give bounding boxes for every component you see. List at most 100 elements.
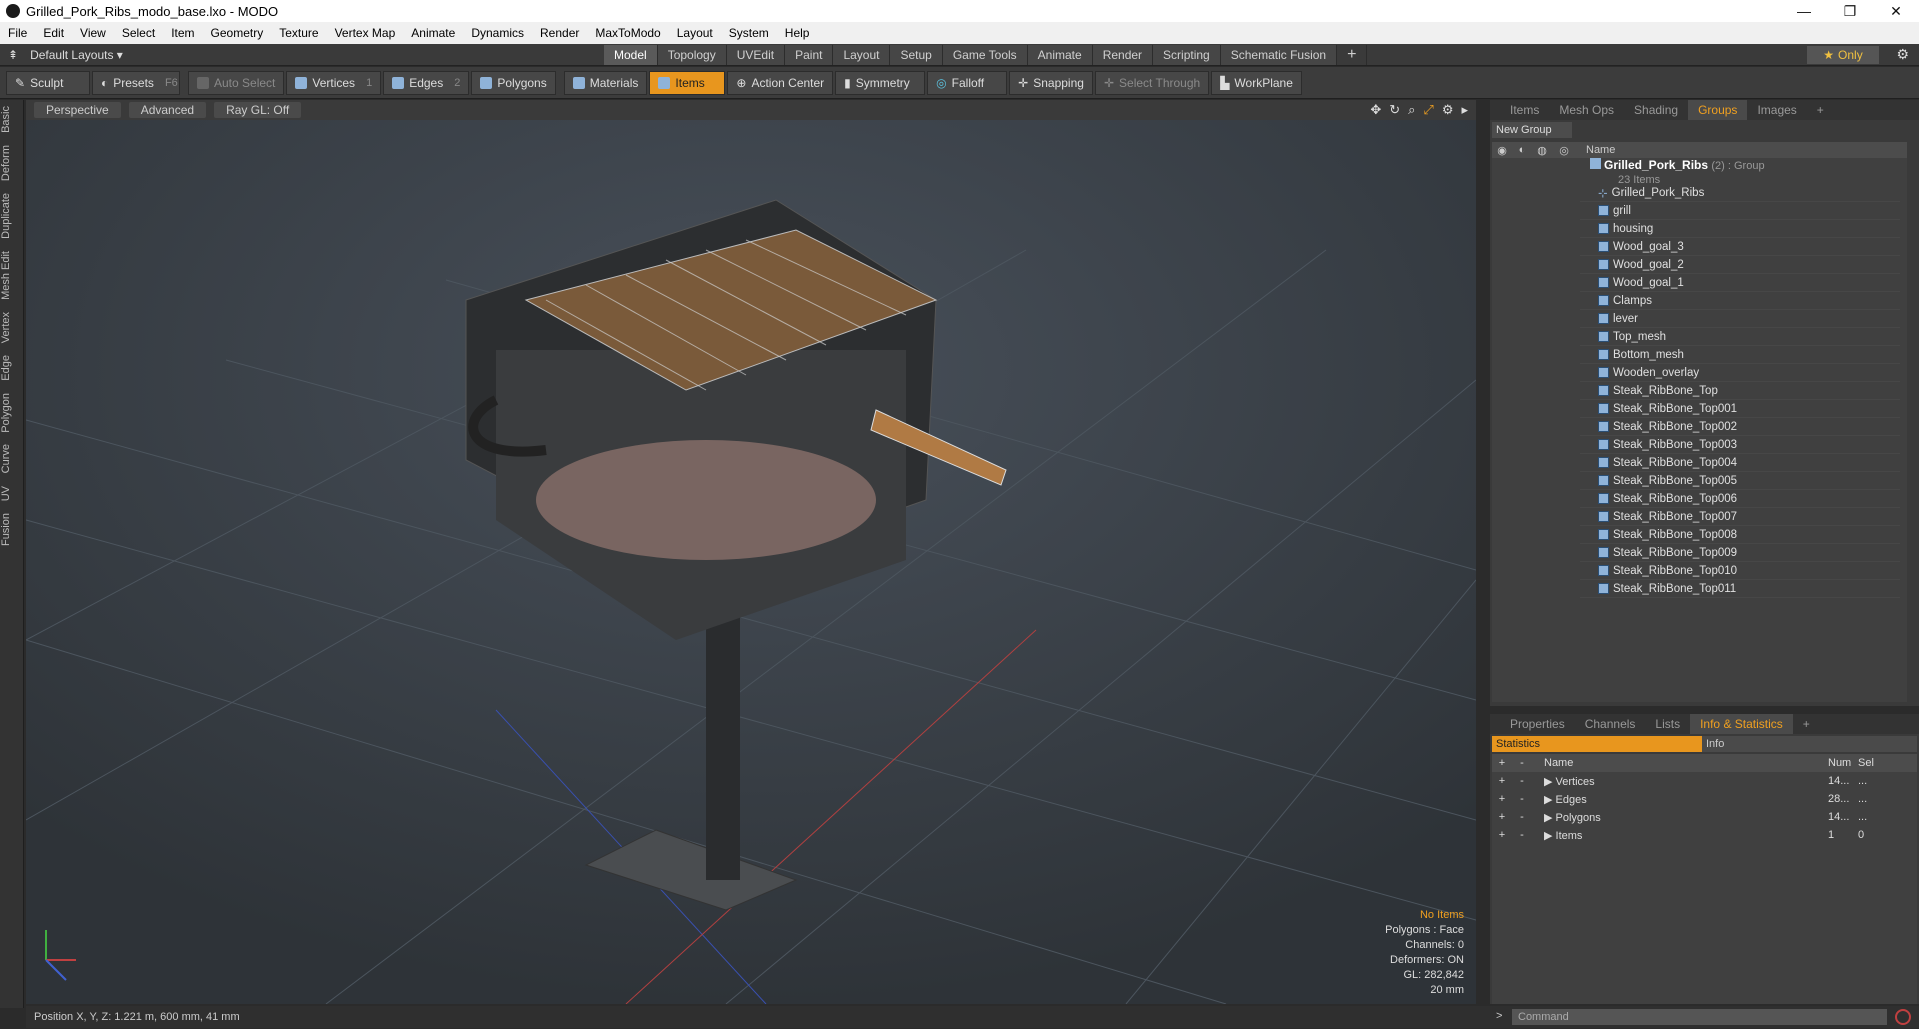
tab-properties[interactable]: Properties bbox=[1500, 714, 1575, 734]
menu-view[interactable]: View bbox=[72, 26, 114, 40]
left-tab-uv[interactable]: UV bbox=[0, 480, 24, 507]
group-row[interactable]: Grilled_Pork_Ribs (2) : Group 23 Items bbox=[1580, 158, 1900, 186]
remove-icon[interactable]: - bbox=[1512, 811, 1532, 823]
left-tab-basic[interactable]: Basic bbox=[0, 100, 24, 139]
menu-file[interactable]: File bbox=[0, 26, 35, 40]
add-icon[interactable]: + bbox=[1492, 793, 1512, 805]
menu-geometry[interactable]: Geometry bbox=[203, 26, 272, 40]
left-tab-curve[interactable]: Curve bbox=[0, 438, 24, 479]
tree-item[interactable]: Steak_RibBone_Top001 bbox=[1580, 400, 1900, 418]
menu-render[interactable]: Render bbox=[532, 26, 587, 40]
tree-item[interactable]: Steak_RibBone_Top005 bbox=[1580, 472, 1900, 490]
add-icon[interactable]: + bbox=[1492, 775, 1512, 787]
tree-item[interactable]: Steak_RibBone_Top011 bbox=[1580, 580, 1900, 598]
tree-item[interactable]: Steak_RibBone_Top004 bbox=[1580, 454, 1900, 472]
move-view-icon[interactable]: ✥ bbox=[1370, 102, 1381, 118]
menu-texture[interactable]: Texture bbox=[271, 26, 326, 40]
menu-animate[interactable]: Animate bbox=[403, 26, 463, 40]
left-tab-polygon[interactable]: Polygon bbox=[0, 387, 24, 439]
add-panel-tab-button[interactable]: + bbox=[1807, 100, 1834, 120]
tab-scripting[interactable]: Scripting bbox=[1153, 45, 1221, 65]
record-icon[interactable] bbox=[1895, 1009, 1911, 1025]
workplane-button[interactable]: ▙ WorkPlane bbox=[1211, 70, 1302, 95]
minimize-button[interactable]: — bbox=[1781, 0, 1827, 22]
tree-item[interactable]: Bottom_mesh bbox=[1580, 346, 1900, 364]
remove-icon[interactable]: - bbox=[1512, 793, 1532, 805]
auto-select-button[interactable]: Auto Select bbox=[188, 70, 285, 95]
tree-item[interactable]: housing bbox=[1580, 220, 1900, 238]
statistics-tab[interactable]: Statistics bbox=[1492, 736, 1702, 752]
tree-item[interactable]: Wooden_overlay bbox=[1580, 364, 1900, 382]
3d-viewport[interactable]: Perspective Advanced Ray GL: Off ✥ ↻ ⌕ ⤢… bbox=[26, 100, 1476, 1004]
tab-schematic-fusion[interactable]: Schematic Fusion bbox=[1220, 45, 1338, 65]
new-group-button[interactable]: New Group bbox=[1492, 122, 1572, 138]
tree-item[interactable]: Steak_RibBone_Top002 bbox=[1580, 418, 1900, 436]
settings-icon[interactable]: ⚙ bbox=[1442, 102, 1454, 118]
info-tab[interactable]: Info bbox=[1702, 736, 1917, 752]
edges-button[interactable]: Edges 2 bbox=[383, 70, 470, 95]
only-button[interactable]: ★ Only bbox=[1807, 46, 1879, 64]
left-tab-duplicate[interactable]: Duplicate bbox=[0, 187, 24, 245]
tree-item[interactable]: Clamps bbox=[1580, 292, 1900, 310]
gear-icon[interactable]: ⚙ bbox=[1896, 46, 1909, 63]
menu-select[interactable]: Select bbox=[114, 26, 163, 40]
menu-vertex-map[interactable]: Vertex Map bbox=[327, 26, 404, 40]
tree-item[interactable]: Wood_goal_1 bbox=[1580, 274, 1900, 292]
menu-system[interactable]: System bbox=[721, 26, 777, 40]
rotate-view-icon[interactable]: ↻ bbox=[1389, 102, 1400, 118]
tab-setup[interactable]: Setup bbox=[890, 45, 943, 65]
tab-animate[interactable]: Animate bbox=[1027, 45, 1093, 65]
polygons-button[interactable]: Polygons bbox=[471, 70, 556, 95]
menu-item[interactable]: Item bbox=[163, 26, 202, 40]
tab-game-tools[interactable]: Game Tools bbox=[942, 45, 1028, 65]
tree-item[interactable]: Steak_RibBone_Top007 bbox=[1580, 508, 1900, 526]
tree-item[interactable]: lever bbox=[1580, 310, 1900, 328]
shading-dropdown[interactable]: Advanced bbox=[128, 102, 207, 118]
fit-icon[interactable]: ⤢ bbox=[1423, 102, 1433, 118]
tab-shading[interactable]: Shading bbox=[1624, 100, 1688, 120]
close-button[interactable]: ✕ bbox=[1873, 0, 1919, 22]
layout-dropdown[interactable]: Default Layouts ▾ bbox=[30, 48, 123, 62]
tree-item[interactable]: grill bbox=[1580, 202, 1900, 220]
tab-uvedit[interactable]: UVEdit bbox=[726, 45, 786, 65]
sculpt-button[interactable]: ✎ Sculpt bbox=[6, 70, 90, 95]
layout-pin-icon[interactable]: ⇞ bbox=[8, 48, 18, 62]
expand-all-icon[interactable]: + bbox=[1492, 757, 1512, 769]
tree-item[interactable]: Steak_RibBone_Top006 bbox=[1580, 490, 1900, 508]
maximize-button[interactable]: ❐ bbox=[1827, 0, 1873, 22]
remove-icon[interactable]: - bbox=[1512, 829, 1532, 841]
tab-images[interactable]: Images bbox=[1747, 100, 1806, 120]
remove-icon[interactable]: - bbox=[1512, 775, 1532, 787]
tree-item[interactable]: Steak_RibBone_Top010 bbox=[1580, 562, 1900, 580]
action-center-button[interactable]: ⊕ Action Center bbox=[727, 70, 834, 95]
tab-channels[interactable]: Channels bbox=[1575, 714, 1646, 734]
add-stats-tab-button[interactable]: + bbox=[1793, 714, 1820, 734]
tree-item-grilled-pork-ribs[interactable]: ⊹ Grilled_Pork_Ribs bbox=[1580, 184, 1900, 202]
tab-items[interactable]: Items bbox=[1500, 100, 1549, 120]
left-tab-fusion[interactable]: Fusion bbox=[0, 507, 24, 552]
menu-help[interactable]: Help bbox=[777, 26, 818, 40]
tab-groups[interactable]: Groups bbox=[1688, 100, 1748, 120]
items-button[interactable]: Items bbox=[649, 70, 726, 95]
snapping-button[interactable]: ✛ Snapping bbox=[1009, 70, 1093, 95]
stats-row-vertices[interactable]: + - ▶ Vertices 14... ... bbox=[1492, 772, 1917, 790]
menu-layout[interactable]: Layout bbox=[669, 26, 721, 40]
tab-info-statistics[interactable]: Info & Statistics bbox=[1690, 714, 1793, 734]
tab-lists[interactable]: Lists bbox=[1645, 714, 1690, 734]
symmetry-button[interactable]: ▮ Symmetry bbox=[835, 70, 926, 95]
tab-model[interactable]: Model bbox=[604, 45, 658, 65]
tab-render[interactable]: Render bbox=[1092, 45, 1154, 65]
command-input[interactable]: Command bbox=[1512, 1009, 1887, 1025]
stats-row-items[interactable]: + - ▶ Items 1 0 bbox=[1492, 826, 1917, 844]
collapse-all-icon[interactable]: - bbox=[1512, 757, 1532, 769]
add-tab-button[interactable]: + bbox=[1337, 45, 1368, 65]
zoom-icon[interactable]: ⌕ bbox=[1408, 102, 1415, 118]
tree-item[interactable]: Steak_RibBone_Top003 bbox=[1580, 436, 1900, 454]
tree-item[interactable]: Steak_RibBone_Top bbox=[1580, 382, 1900, 400]
tree-item[interactable]: Wood_goal_2 bbox=[1580, 256, 1900, 274]
select-through-button[interactable]: ✛ Select Through bbox=[1094, 70, 1210, 95]
tree-item[interactable]: Top_mesh bbox=[1580, 328, 1900, 346]
tab-layout[interactable]: Layout bbox=[833, 45, 891, 65]
left-tab-vertex[interactable]: Vertex bbox=[0, 306, 24, 349]
tree-item[interactable]: Wood_goal_3 bbox=[1580, 238, 1900, 256]
